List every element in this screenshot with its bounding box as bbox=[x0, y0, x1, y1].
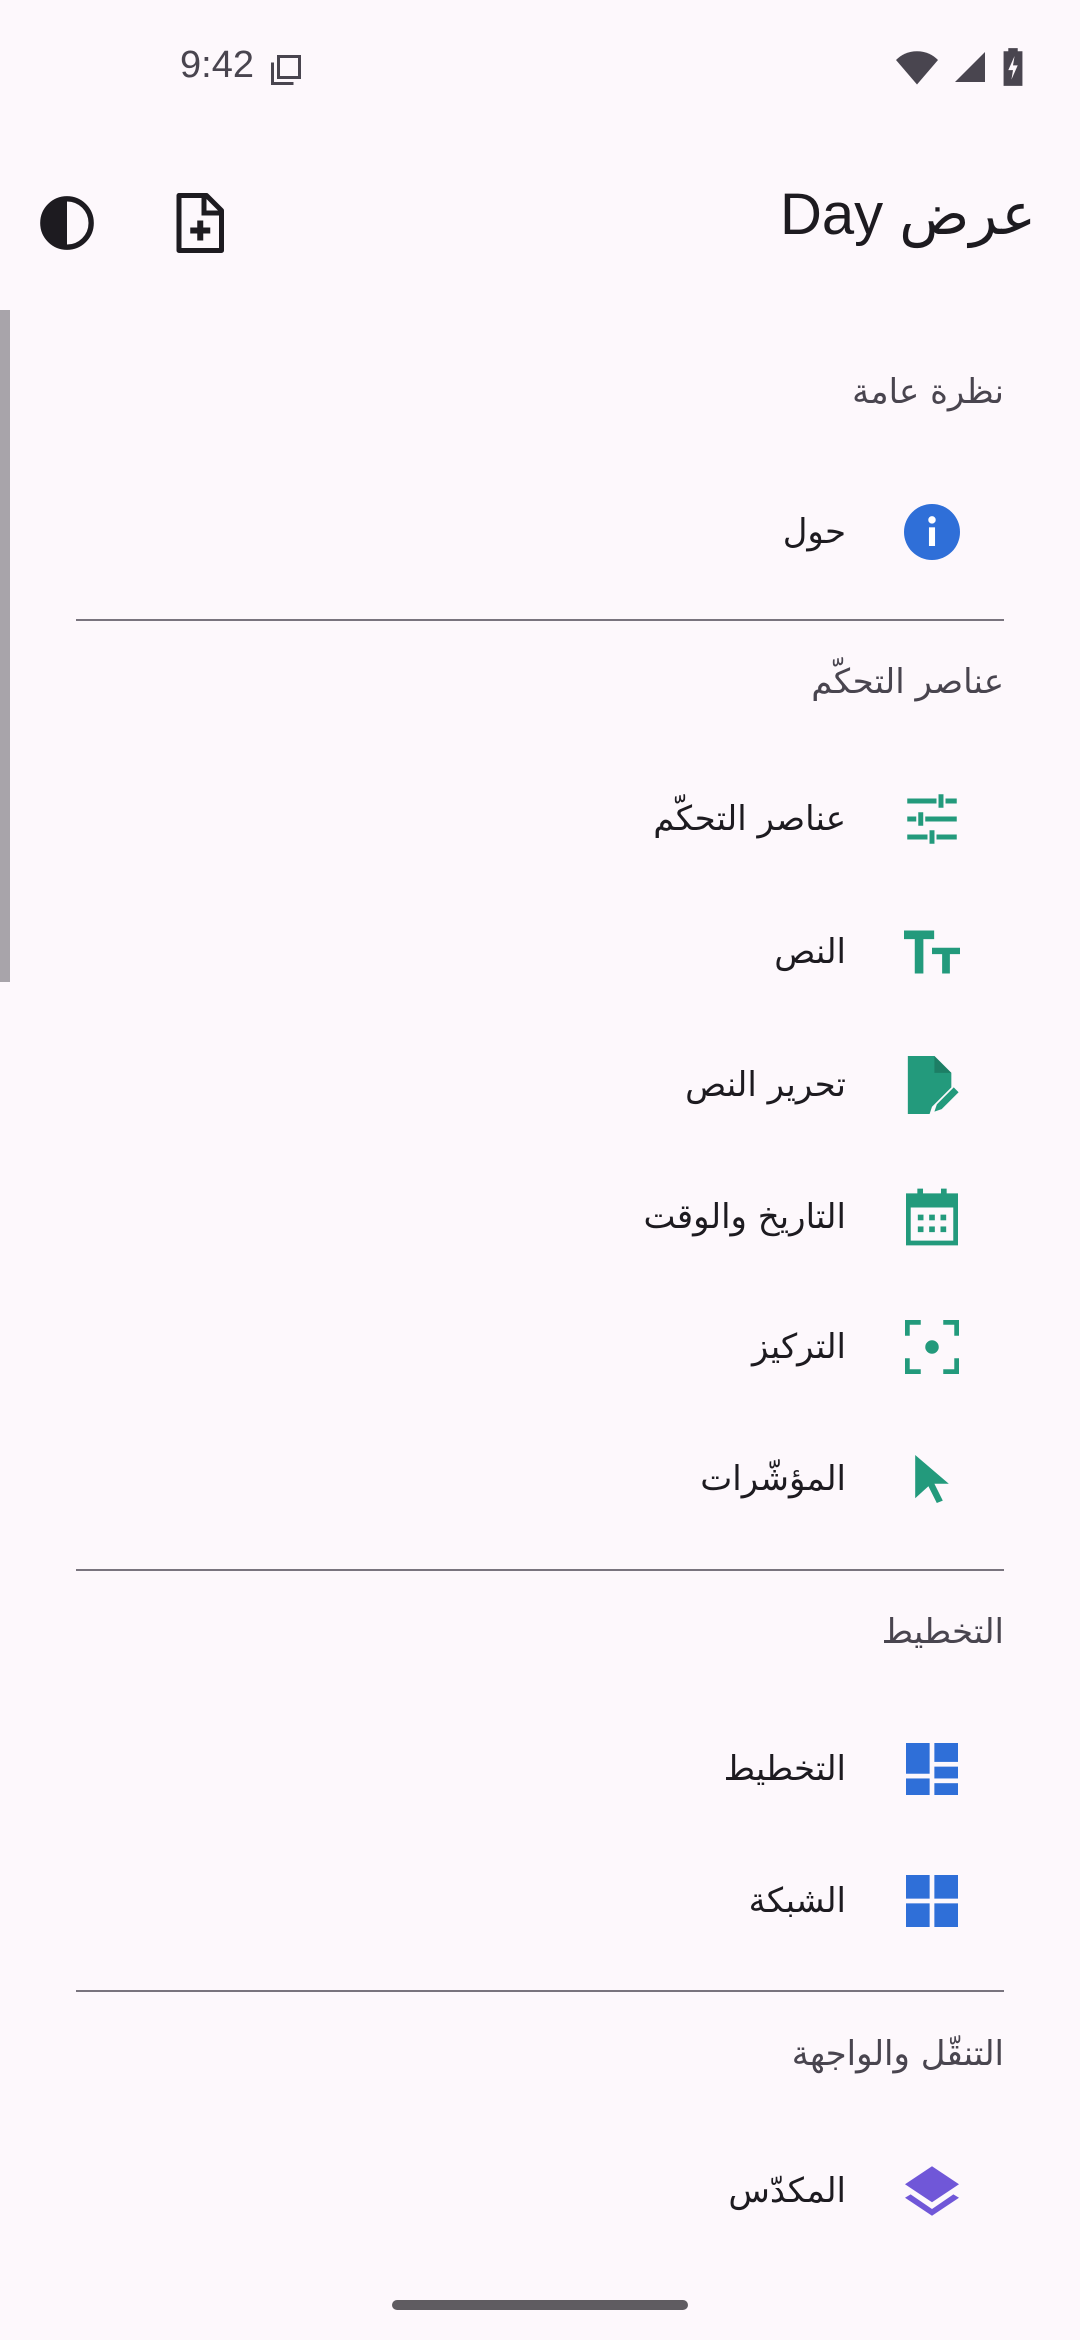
list-item-label: تحرير النص bbox=[685, 1065, 846, 1105]
theme-toggle-button[interactable] bbox=[32, 190, 102, 260]
list-item-text[interactable]: النص bbox=[60, 897, 1020, 1007]
battery-charging-icon bbox=[1002, 48, 1024, 90]
section-header-layout: التخطيط bbox=[881, 1612, 1004, 1652]
list-item-label: التاريخ والوقت bbox=[643, 1197, 847, 1237]
list-item-focus[interactable]: التركيز bbox=[60, 1292, 1020, 1402]
calendar-icon bbox=[904, 1188, 960, 1246]
section-header-overview: نظرة عامة bbox=[852, 372, 1004, 412]
list-item-label: المؤشّرات bbox=[700, 1459, 846, 1499]
list-item-label: النص bbox=[774, 932, 846, 972]
tune-icon bbox=[904, 791, 960, 847]
page-title: عرض Day bbox=[779, 182, 1036, 247]
list-item-stack[interactable]: المكدّس bbox=[60, 2136, 1020, 2246]
status-bar: 9:42 bbox=[0, 0, 1080, 140]
gesture-navigation-bar[interactable] bbox=[392, 2300, 688, 2310]
list-item-grid[interactable]: الشبكة bbox=[60, 1846, 1020, 1956]
layers-icon bbox=[904, 2163, 960, 2219]
list-item-controls[interactable]: عناصر التحكّم bbox=[60, 764, 1020, 874]
list-item-label: عناصر التحكّم bbox=[653, 799, 846, 839]
list-item-about[interactable]: حول bbox=[60, 477, 1020, 587]
divider bbox=[76, 1990, 1004, 1992]
info-icon bbox=[904, 504, 960, 560]
list-item-text-editing[interactable]: تحرير النص bbox=[60, 1030, 1020, 1140]
list-item-label: حول bbox=[782, 512, 846, 552]
list-item-label: الشبكة bbox=[748, 1881, 846, 1921]
status-time: 9:42 bbox=[180, 44, 254, 86]
focus-icon bbox=[904, 1319, 960, 1375]
list-item-label: التركيز bbox=[751, 1327, 846, 1367]
text-fields-icon bbox=[904, 924, 960, 980]
list-item-date-time[interactable]: التاريخ والوقت bbox=[60, 1162, 1020, 1272]
contrast-icon bbox=[38, 194, 96, 256]
status-icons bbox=[896, 48, 1024, 90]
list-item-pointers[interactable]: المؤشّرات bbox=[60, 1424, 1020, 1534]
note-add-icon bbox=[171, 193, 227, 257]
pointer-icon bbox=[904, 1451, 960, 1507]
wifi-icon bbox=[896, 49, 938, 89]
grid-icon bbox=[904, 1873, 960, 1929]
divider bbox=[76, 619, 1004, 621]
list-item-label: التخطيط bbox=[723, 1749, 846, 1789]
screenshot-notification-icon bbox=[268, 52, 304, 92]
list-item-label: المكدّس bbox=[728, 2171, 846, 2211]
edit-document-icon bbox=[904, 1056, 960, 1114]
scrollbar[interactable] bbox=[0, 310, 10, 982]
new-file-button[interactable] bbox=[164, 190, 234, 260]
section-header-navigation: التنقّل والواجهة bbox=[791, 2034, 1004, 2074]
section-header-controls: عناصر التحكّم bbox=[811, 662, 1004, 702]
divider bbox=[76, 1569, 1004, 1571]
layout-icon bbox=[904, 1741, 960, 1797]
cell-signal-icon bbox=[952, 49, 988, 89]
list-item-layout[interactable]: التخطيط bbox=[60, 1714, 1020, 1824]
